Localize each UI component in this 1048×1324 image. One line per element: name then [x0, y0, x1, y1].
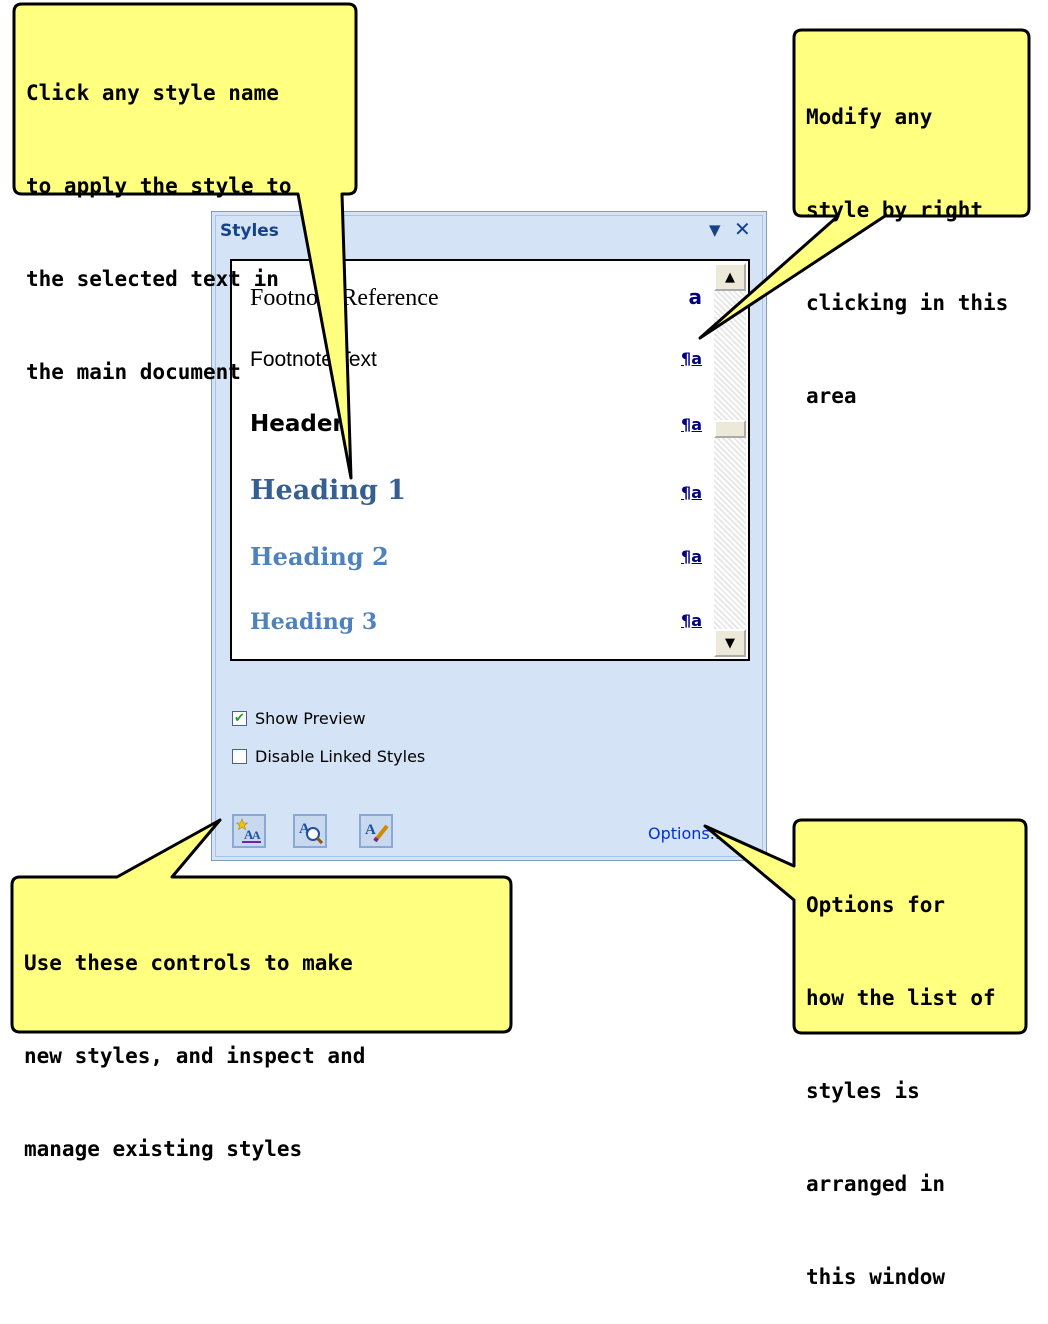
callout-line: Use these controls to make — [24, 951, 353, 975]
callout-line: clicking in this — [806, 291, 1009, 315]
callout-line: new styles, and inspect and — [24, 1044, 366, 1068]
callout-line: arranged in — [806, 1172, 946, 1196]
callout-line: the selected text in — [26, 267, 279, 291]
callout-line: Modify any — [806, 105, 933, 129]
callout-line: Click any style name — [26, 81, 279, 105]
callout-line: area — [806, 384, 857, 408]
callout-line: style by right — [806, 198, 984, 222]
callout-line: the main document — [26, 360, 241, 384]
callout-modify-style-text: Modify any style by right clicking in th… — [806, 40, 1008, 443]
callout-line: manage existing styles — [24, 1137, 303, 1161]
callout-line: this window — [806, 1265, 946, 1289]
callout-line: Options for — [806, 893, 946, 917]
callout-controls-text: Use these controls to make new styles, a… — [24, 886, 365, 1196]
callout-line: to apply the style to — [26, 174, 292, 198]
callout-apply-style-text: Click any style name to apply the style … — [26, 16, 292, 419]
callout-line: styles is — [806, 1079, 920, 1103]
callout-options-text: Options for how the list of styles is ar… — [806, 828, 996, 1324]
callout-line: how the list of — [806, 986, 996, 1010]
